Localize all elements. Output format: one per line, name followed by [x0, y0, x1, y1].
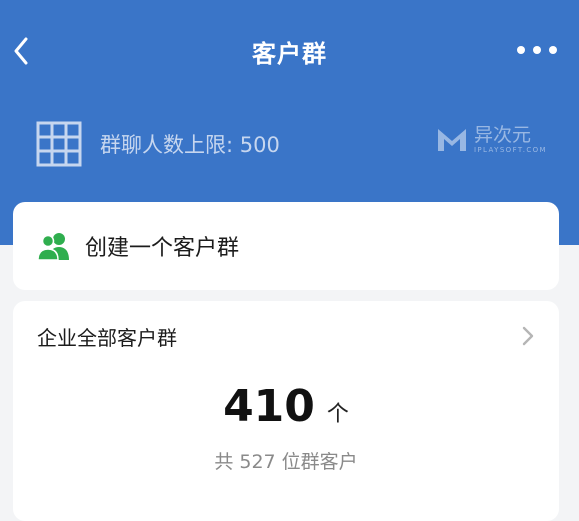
group-limit-label: 群聊人数上限: 500: [100, 133, 280, 157]
group-customer-total: 共 527 位群客户: [214, 451, 358, 473]
all-groups-card: 企业全部客户群 410 个 共 527 位群客户: [13, 301, 559, 521]
grid-icon: [36, 121, 82, 167]
create-group-card[interactable]: 创建一个客户群: [13, 202, 559, 290]
chevron-right-icon: [522, 326, 534, 346]
watermark-logo-icon: [437, 129, 466, 151]
all-groups-header[interactable]: 企业全部客户群: [37, 321, 535, 351]
group-count-number: 410: [223, 381, 315, 432]
watermark-text: 异次元: [473, 124, 531, 146]
watermark: 异次元 IPLAYSOFT.COM: [436, 125, 547, 155]
nav-bar: 客户群: [0, 0, 579, 100]
create-group-label: 创建一个客户群: [85, 236, 240, 261]
page-title: 客户群: [252, 40, 327, 68]
all-groups-title: 企业全部客户群: [37, 325, 177, 350]
group-count-unit: 个: [326, 402, 349, 427]
watermark-subtext: IPLAYSOFT.COM: [473, 146, 547, 154]
group-users-icon: [37, 233, 69, 261]
more-horizontal-icon: [517, 46, 525, 54]
group-limit-info: 群聊人数上限: 500: [36, 120, 280, 168]
group-count: 410 个: [13, 381, 559, 432]
more-button[interactable]: [517, 38, 557, 62]
